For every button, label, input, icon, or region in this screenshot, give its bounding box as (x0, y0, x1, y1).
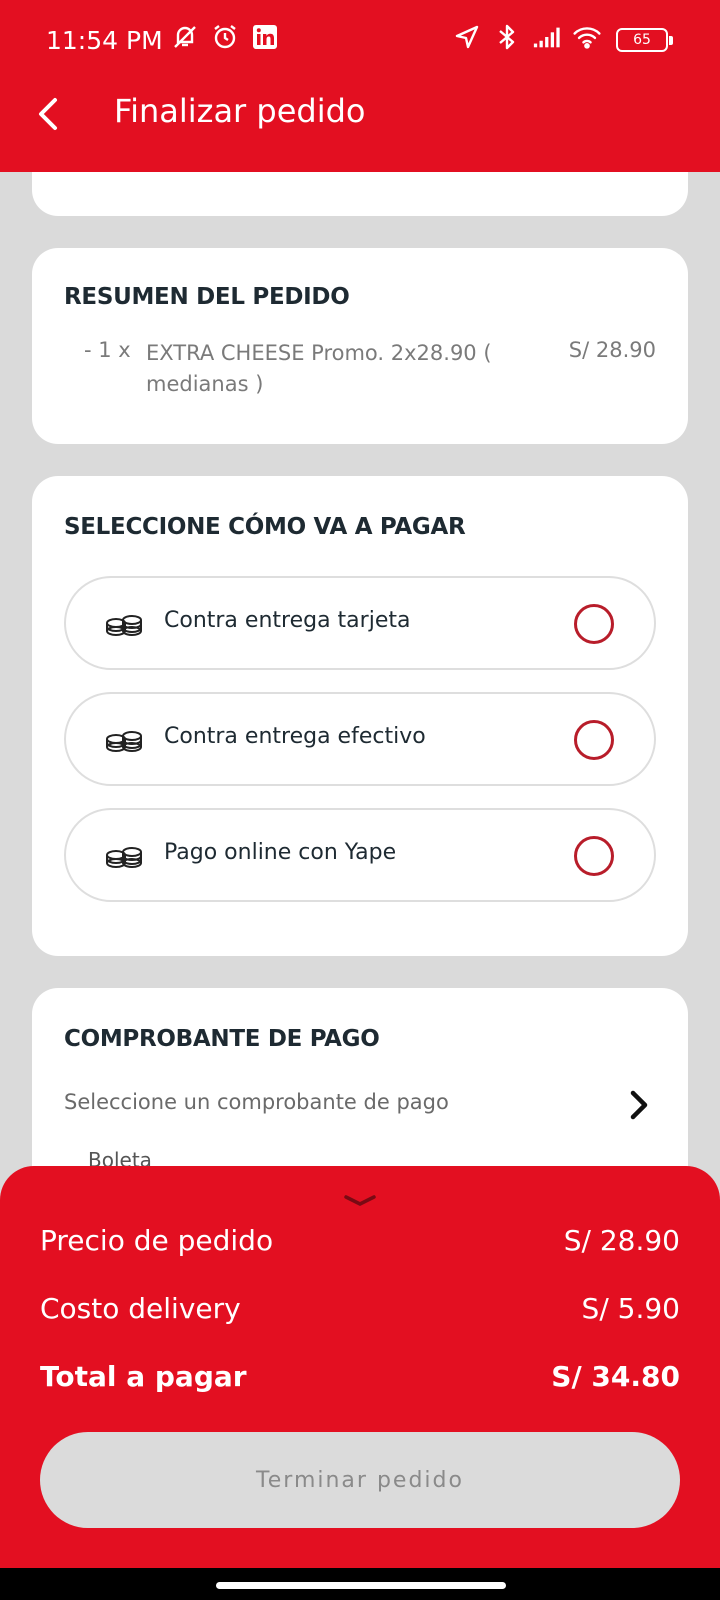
battery-icon: 65 (616, 28, 673, 52)
payment-option-radio[interactable] (574, 836, 614, 876)
receipt-title: COMPROBANTE DE PAGO (64, 1026, 380, 1052)
coins-icon (106, 847, 142, 868)
payment-option-yape[interactable]: Pago online con Yape (64, 808, 656, 902)
bluetooth-icon (492, 22, 522, 52)
order-item-qty: - 1 x (84, 338, 131, 362)
status-time: 11:54 PM (46, 26, 163, 55)
total-value: S/ 34.80 (551, 1360, 680, 1393)
wifi-icon (572, 22, 602, 52)
payment-option-card[interactable]: Contra entrega tarjeta (64, 576, 656, 670)
receipt-selector[interactable]: Seleccione un comprobante de pago (64, 1090, 449, 1114)
home-gesture-pill[interactable] (216, 1582, 506, 1589)
payment-option-label: Contra entrega efectivo (164, 724, 426, 749)
order-item-price: S/ 28.90 (568, 338, 656, 362)
finish-order-button[interactable]: Terminar pedido (40, 1432, 680, 1528)
status-icons-left (170, 22, 280, 52)
order-price-label: Precio de pedido (40, 1224, 274, 1257)
payment-option-radio[interactable] (574, 604, 614, 644)
coins-icon (106, 615, 142, 636)
delivery-cost-label: Costo delivery (40, 1292, 241, 1325)
order-price-value: S/ 28.90 (563, 1224, 680, 1257)
muted-bell-icon (170, 22, 200, 52)
delivery-cost-value: S/ 5.90 (581, 1292, 680, 1325)
payment-option-radio[interactable] (574, 720, 614, 760)
coins-icon (106, 731, 142, 752)
status-icons-right (452, 22, 602, 52)
location-arrow-icon (452, 22, 482, 52)
payment-option-label: Contra entrega tarjeta (164, 608, 411, 633)
payment-option-cash[interactable]: Contra entrega efectivo (64, 692, 656, 786)
system-nav-bar (0, 1568, 720, 1600)
battery-level: 65 (633, 32, 651, 48)
payment-option-label: Pago online con Yape (164, 840, 397, 865)
signal-icon (532, 22, 562, 52)
app-bar: 11:54 PM 65 Finalizar pedido (0, 0, 720, 172)
chevron-right-icon[interactable] (624, 1088, 654, 1122)
payment-method-title: SELECCIONE CÓMO VA A PAGAR (64, 514, 466, 540)
order-summary-title: RESUMEN DEL PEDIDO (64, 284, 350, 310)
chevron-left-icon (39, 98, 57, 130)
payment-method-card: SELECCIONE CÓMO VA A PAGAR Contra entreg… (32, 476, 688, 956)
total-label: Total a pagar (40, 1360, 247, 1393)
order-summary-card: RESUMEN DEL PEDIDO - 1 x EXTRA CHEESE Pr… (32, 248, 688, 444)
alarm-icon (210, 22, 240, 52)
totals-panel: Precio de pedido S/ 28.90 Costo delivery… (0, 1166, 720, 1568)
chevron-down-icon[interactable] (342, 1192, 378, 1210)
back-button[interactable] (26, 92, 70, 136)
order-item-name: EXTRA CHEESE Promo. 2x28.90 ( medianas ) (146, 341, 492, 396)
page-title: Finalizar pedido (114, 92, 366, 130)
linkedin-icon (250, 22, 280, 52)
